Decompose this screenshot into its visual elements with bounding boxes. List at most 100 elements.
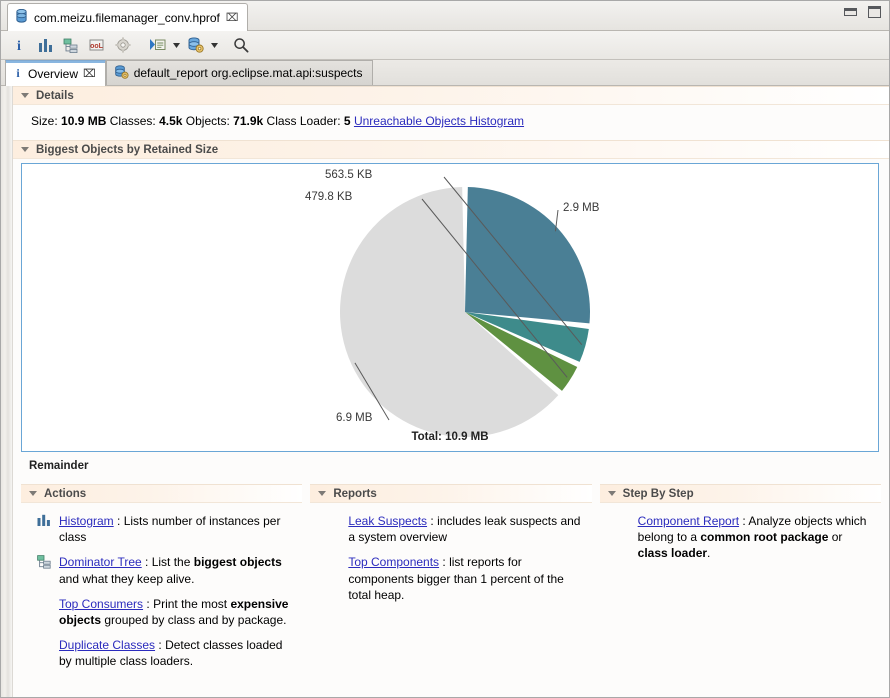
- reports-panel: Reports Leak Suspects : includes leak su…: [310, 484, 599, 683]
- detail-value-classes: 4.5k: [159, 114, 183, 128]
- top-consumers-desc-b: grouped by class and by package.: [101, 612, 287, 627]
- editor-view-tabs: i Overview ⌧ default_report org.eclipse.…: [1, 60, 889, 86]
- no-icon: [616, 513, 632, 562]
- editor-tab-heapdump[interactable]: com.meizu.filemanager_conv.hprof ⌧: [7, 3, 248, 31]
- overview-form: www.niubb.net Details Size: 10.9 MB Clas…: [1, 86, 889, 697]
- detail-value-size: 10.9 MB: [61, 114, 107, 128]
- window-titlebar: com.meizu.filemanager_conv.hprof ⌧: [1, 1, 889, 31]
- detail-label-size: Size:: [31, 114, 58, 128]
- duplicate-classes-link[interactable]: Duplicate Classes: [59, 638, 155, 652]
- chevron-down-icon[interactable]: [21, 147, 29, 152]
- actions-panel: Actions Histogram: Lists number of inst…: [13, 484, 310, 683]
- run-expert-system-dropdown-icon[interactable]: [171, 34, 181, 57]
- sep: :: [155, 638, 166, 653]
- eclipse-mat-window: com.meizu.filemanager_conv.hprof ⌧ i ooL…: [0, 0, 890, 698]
- tab-default-report[interactable]: default_report org.eclipse.mat.api:suspe…: [105, 60, 373, 85]
- top-consumers-desc-a: Print the most: [153, 596, 231, 611]
- tab-overview-label: Overview: [28, 66, 79, 81]
- pie-chart-total-label: Total: 10.9 MB: [411, 431, 489, 443]
- editor-tab-label: com.meizu.filemanager_conv.hprof: [34, 10, 220, 25]
- dominator-tree-icon[interactable]: [59, 34, 83, 57]
- chart-wrap: 563.5 KB 479.8 KB 2.9 MB 6.9 MB Total: 1…: [13, 159, 889, 472]
- chevron-down-icon[interactable]: [21, 93, 29, 98]
- no-icon: [326, 513, 342, 545]
- action-item-duplicate-classes: Duplicate Classes : Detect classes loade…: [37, 637, 296, 669]
- report-text-top-components: Top Components : list reports for compon…: [348, 554, 585, 603]
- pie-label-remainder: 6.9 MB: [336, 412, 373, 424]
- report-item-top-components: Top Components : list reports for compon…: [326, 554, 585, 603]
- action-text-dominator-tree: Dominator Tree : List the biggest object…: [59, 554, 296, 586]
- pie-label-1: 2.9 MB: [563, 202, 600, 214]
- dominator-desc-a: List the: [151, 555, 194, 570]
- no-icon: [326, 554, 342, 603]
- inspector-gear-icon[interactable]: [111, 34, 135, 57]
- retained-size-pie-chart[interactable]: 563.5 KB 479.8 KB 2.9 MB 6.9 MB Total: 1…: [21, 163, 879, 452]
- window-controls: [844, 6, 881, 18]
- component-report-bold-1: common root package: [700, 530, 829, 545]
- search-icon[interactable]: [229, 34, 253, 57]
- unreachable-objects-histogram-link[interactable]: Unreachable Objects Histogram: [354, 114, 524, 128]
- biggest-objects-section-header[interactable]: Biggest Objects by Retained Size: [13, 140, 889, 159]
- chevron-down-icon[interactable]: [607, 491, 616, 496]
- biggest-objects-section-title: Biggest Objects by Retained Size: [36, 143, 219, 156]
- reports-section-header[interactable]: Reports: [310, 484, 592, 503]
- report-icon: [114, 64, 129, 82]
- detail-value-classloader: 5: [343, 114, 351, 128]
- report-item-leak-suspects: Leak Suspects : includes leak suspects a…: [326, 513, 585, 545]
- tab-overview-close-icon[interactable]: ⌧: [83, 67, 96, 80]
- top-consumers-link[interactable]: Top Consumers: [59, 597, 143, 611]
- actions-body: Histogram : Lists number of instances pe…: [21, 503, 302, 683]
- no-icon: [37, 637, 53, 669]
- main-toolbar: i ooL: [1, 31, 889, 60]
- histogram-icon[interactable]: [33, 34, 57, 57]
- component-report-link[interactable]: Component Report: [638, 514, 739, 528]
- heap-dump-icon: [15, 9, 28, 26]
- overview-info-icon[interactable]: i: [7, 34, 31, 57]
- action-text-histogram: Histogram : Lists number of instances pe…: [59, 513, 296, 545]
- detail-label-classloader: Class Loader:: [266, 114, 341, 128]
- info-icon: i: [13, 66, 23, 82]
- leak-suspects-link[interactable]: Leak Suspects: [348, 514, 427, 528]
- dominator-tree-link[interactable]: Dominator Tree: [59, 555, 142, 569]
- query-browser-dropdown-icon[interactable]: [209, 34, 219, 57]
- close-icon[interactable]: ⌧: [226, 11, 239, 24]
- details-section: Details Size: 10.9 MB Classes: 4.5k Obje…: [13, 86, 889, 140]
- chevron-down-icon[interactable]: [29, 491, 37, 496]
- component-report-bold-2: class loader: [637, 546, 708, 561]
- component-report-desc-b: or: [828, 530, 843, 545]
- reports-section-title: Reports: [333, 487, 377, 500]
- pie-chart-svg: [340, 176, 590, 437]
- top-components-link[interactable]: Top Components: [348, 555, 439, 569]
- biggest-objects-section: Biggest Objects by Retained Size 563.5 K…: [13, 140, 889, 472]
- pie-label-3: 479.8 KB: [305, 191, 353, 203]
- maximize-button[interactable]: [868, 6, 881, 18]
- no-icon: [37, 596, 53, 628]
- chevron-down-icon[interactable]: [318, 491, 327, 496]
- reports-body: Leak Suspects : includes leak suspects a…: [310, 503, 591, 616]
- sep: :: [739, 514, 749, 528]
- detail-value-objects: 71.9k: [233, 114, 264, 128]
- pie-label-2: 563.5 KB: [325, 169, 373, 181]
- open-query-browser-icon[interactable]: [183, 34, 207, 57]
- step-by-step-body: Component Report : Analyze objects which…: [600, 503, 881, 575]
- dominator-desc-b: and what they keep alive.: [59, 571, 195, 586]
- action-item-dominator-tree: Dominator Tree : List the biggest object…: [37, 554, 296, 586]
- actions-section-title: Actions: [44, 487, 87, 500]
- oql-icon[interactable]: ooL: [85, 34, 109, 57]
- tab-overview[interactable]: i Overview ⌧: [5, 60, 106, 86]
- vertical-scrollbar[interactable]: [1, 86, 13, 697]
- bottom-panels: Actions Histogram: Lists number of inst…: [13, 484, 889, 683]
- step-text-component-report: Component Report : Analyze objects which…: [638, 513, 875, 562]
- histogram-link[interactable]: Histogram: [59, 514, 114, 528]
- details-section-header[interactable]: Details: [13, 86, 889, 105]
- overview-content: www.niubb.net Details Size: 10.9 MB Clas…: [13, 86, 889, 697]
- step-by-step-section-header[interactable]: Step By Step: [599, 484, 881, 503]
- run-expert-system-icon[interactable]: [145, 34, 169, 57]
- svg-text:i: i: [16, 66, 20, 79]
- sep: :: [143, 596, 154, 611]
- minimize-button[interactable]: [844, 8, 857, 16]
- sep: :: [427, 514, 438, 528]
- step-item-component-report: Component Report : Analyze objects which…: [616, 513, 875, 562]
- action-text-top-consumers: Top Consumers : Print the most expensive…: [59, 596, 296, 628]
- actions-section-header[interactable]: Actions: [21, 484, 303, 503]
